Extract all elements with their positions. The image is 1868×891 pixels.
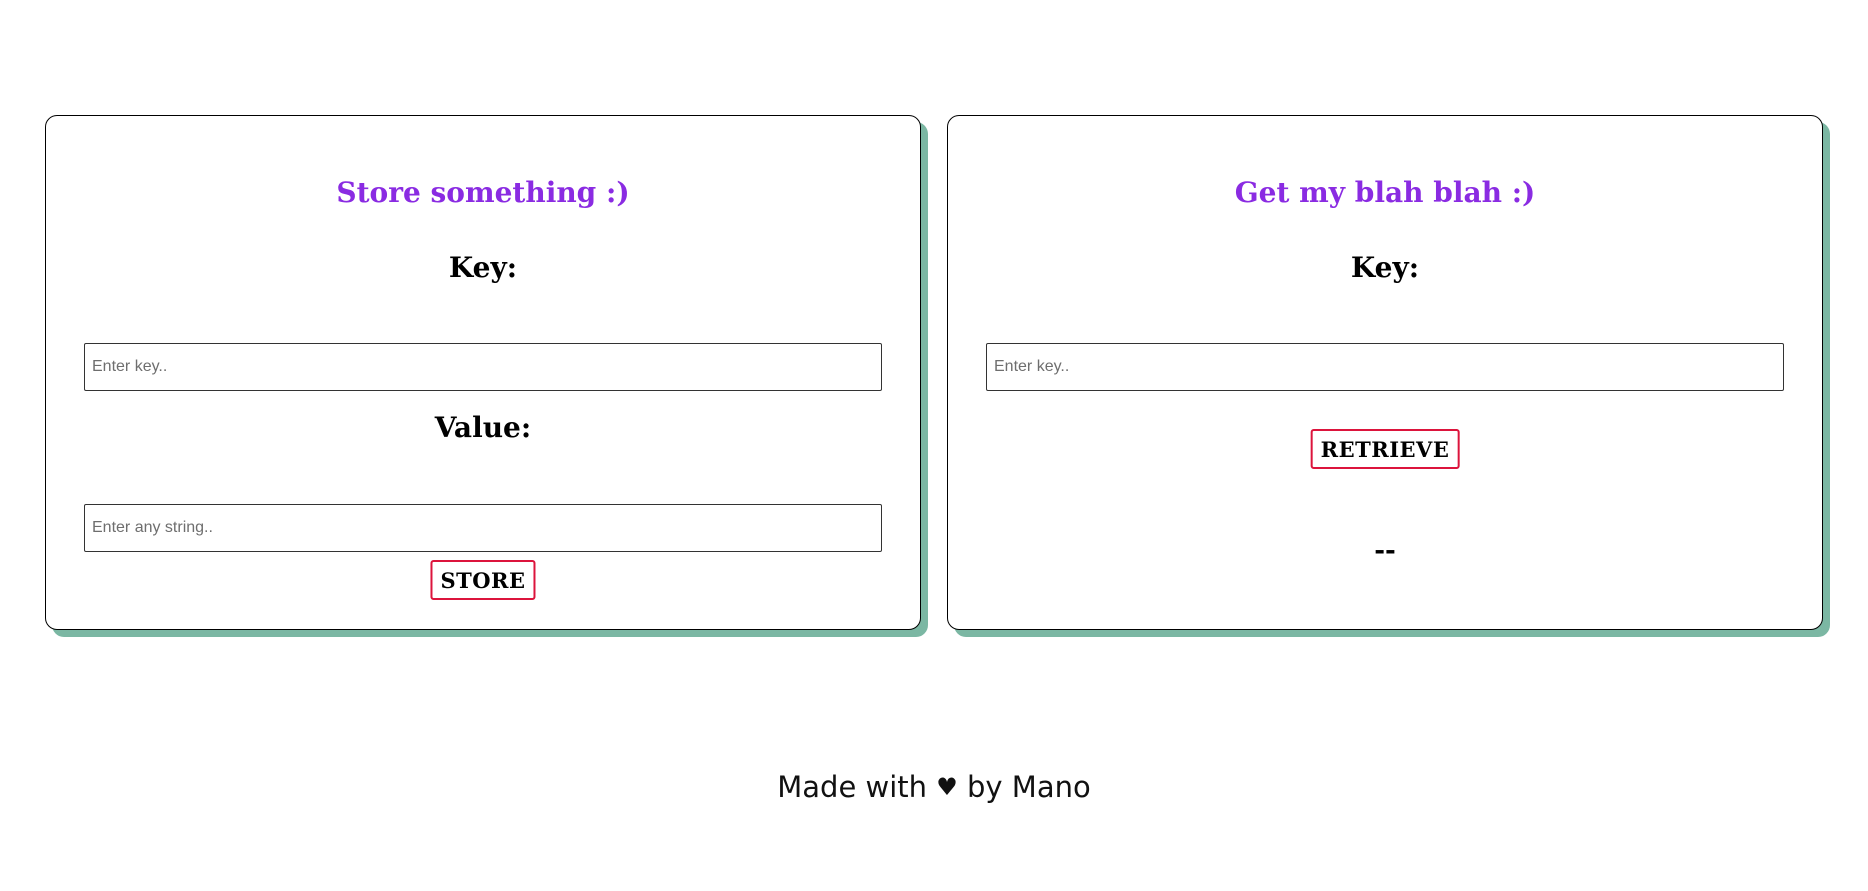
retrieve-card: Get my blah blah :) Key: RETRIEVE --	[947, 115, 1823, 630]
store-value-input[interactable]	[84, 504, 882, 552]
store-key-input[interactable]	[84, 343, 882, 391]
retrieve-button[interactable]: RETRIEVE	[1310, 429, 1460, 469]
footer-suffix: by Mano	[967, 770, 1091, 804]
footer: Made with ♥ by Mano	[0, 770, 1868, 804]
retrieve-card-title: Get my blah blah :)	[1234, 176, 1536, 209]
store-key-label: Key:	[448, 251, 518, 284]
cards-container: Store something :) Key: Value: STORE Get…	[45, 115, 1823, 630]
footer-prefix: Made with	[777, 770, 928, 804]
retrieve-result: --	[1374, 536, 1396, 566]
store-value-label: Value:	[434, 411, 532, 444]
retrieve-key-label: Key:	[1350, 251, 1420, 284]
store-card: Store something :) Key: Value: STORE	[45, 115, 921, 630]
heart-icon: ♥	[936, 773, 958, 801]
store-card-title: Store something :)	[336, 176, 630, 209]
retrieve-key-input[interactable]	[986, 343, 1784, 391]
store-button[interactable]: STORE	[430, 560, 536, 600]
